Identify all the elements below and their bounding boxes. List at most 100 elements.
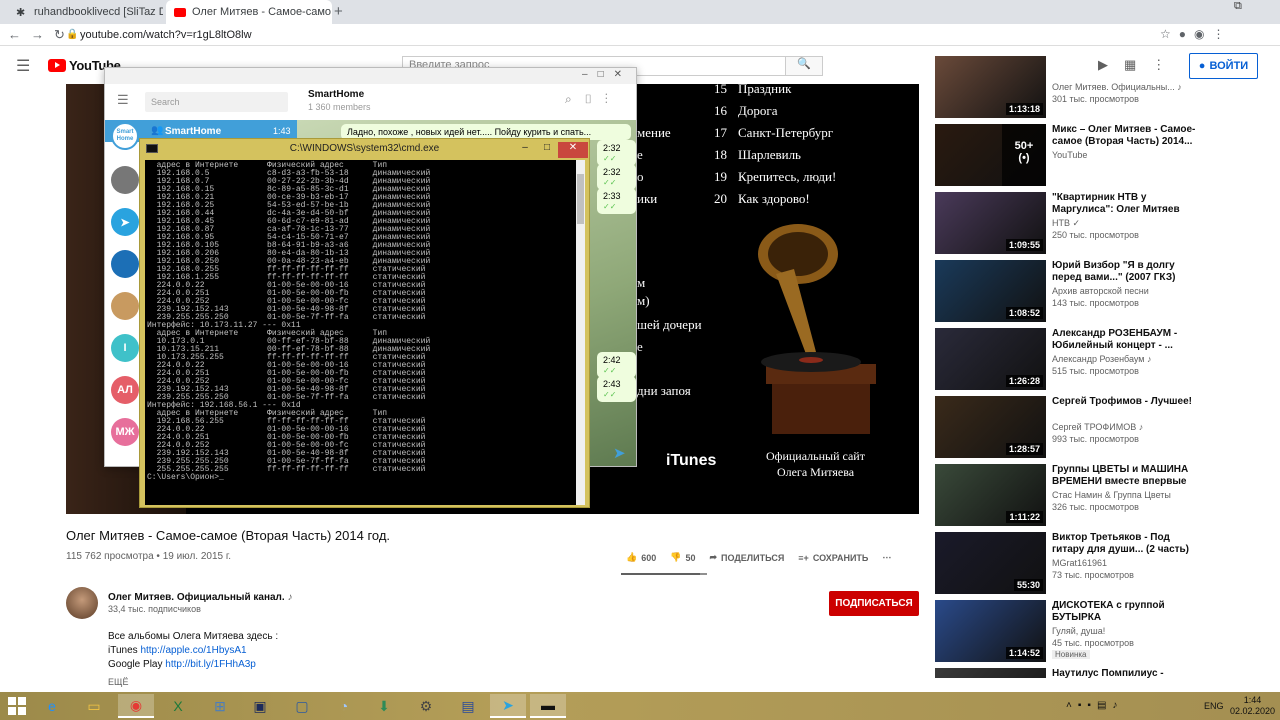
maximize-icon[interactable]: □ (536, 142, 558, 158)
minimize-icon[interactable]: – (582, 69, 598, 80)
network-taskbar-icon[interactable]: ⊞ (202, 694, 238, 718)
more-icon[interactable]: ⋮ (605, 92, 620, 106)
close-icon[interactable]: ✕ (614, 69, 632, 80)
google-play-link[interactable]: http://bit.ly/1FHhA3p (165, 659, 256, 670)
close-tab-icon[interactable]: ✕ (331, 6, 332, 19)
lock-icon[interactable]: 🔒 (66, 29, 78, 40)
windows-start-icon[interactable] (8, 697, 26, 715)
url-field[interactable]: youtube.com/watch?v=r1gL8ltO8lw (80, 29, 252, 41)
message-bubble[interactable]: 2:43 ✓✓ (597, 376, 636, 402)
chat-avatar[interactable] (111, 292, 139, 320)
recommendation-title[interactable]: Юрий Визбор "Я в долгу перед вами..." (2… (1052, 260, 1202, 284)
forward-icon[interactable]: → (31, 27, 54, 42)
recommendation-title[interactable]: Наутилус Помпилиус - (1052, 668, 1202, 678)
monitor-taskbar-icon[interactable]: ▢ (284, 694, 320, 718)
hamburger-menu-icon[interactable]: ☰ (16, 56, 30, 76)
chat-avatar[interactable]: ➤ (111, 208, 139, 236)
browser-tab-youtube[interactable]: Олег Митяев - Самое-само ✕ (166, 0, 332, 24)
recommendation-title[interactable]: ДИСКОТЕКА с группой БУТЫРКА (1052, 600, 1202, 624)
close-icon[interactable]: ✕ (558, 142, 588, 158)
recommendation-item[interactable]: 1:09:55 "Квартирник НТВ у Маргулиса": Оле… (935, 192, 1205, 256)
recommendation-thumbnail[interactable] (935, 668, 1046, 678)
recommendation-item[interactable]: 1:26:28 Александр РОЗЕНБАУМ - Юбилейный к… (935, 328, 1205, 392)
tool-taskbar-icon[interactable]: ⚙ (408, 694, 444, 718)
sidebar-toggle-icon[interactable]: ▯ (584, 92, 605, 106)
language-indicator[interactable]: ENG (1204, 701, 1224, 711)
message-bubble[interactable]: 2:42 ✓✓ (597, 352, 636, 378)
excel-taskbar-icon[interactable]: X (160, 694, 196, 718)
cmd-scrollbar[interactable] (576, 160, 585, 505)
tray-app-icon[interactable]: ▪ (1087, 700, 1097, 711)
recommendation-item[interactable]: 1:13:18 Олег Митяев. Официальны... ♪ 301 т… (935, 56, 1205, 120)
save-taskbar-icon[interactable]: ▣ (242, 694, 278, 718)
message-bubble[interactable]: 2:33 ✓✓ (597, 188, 636, 214)
profile-window-icon[interactable]: ⧉ (1234, 0, 1242, 13)
recommendation-item[interactable]: 50+ (•) Микс – Олег Митяев - Самое-самое (… (935, 124, 1205, 188)
recommendation-item[interactable]: 55:30 Виктор Третьяков - Под гитару для д… (935, 532, 1205, 596)
dislike-button[interactable]: 👎 50 (670, 552, 695, 563)
chrome-taskbar-icon[interactable]: ◉ (118, 694, 154, 718)
chat-avatar[interactable]: МЖ (111, 418, 139, 446)
menu-dots-icon[interactable]: ⋮ (1213, 27, 1233, 41)
recommendation-item[interactable]: 1:28:57 Сергей Трофимов - Лучшее! Сергей Т… (935, 396, 1205, 460)
taskbar-clock[interactable]: 1:44 02.02.2020 (1230, 695, 1275, 717)
recommendation-item[interactable]: 1:14:52 ДИСКОТЕКА с группой БУТЫРКА Гуляй,… (935, 600, 1205, 664)
app-taskbar-icon[interactable]: ▤ (450, 694, 486, 718)
like-button[interactable]: 👍 600 (626, 552, 656, 563)
system-tray-icons[interactable]: ˄▪▪▤♪ (1066, 700, 1123, 711)
telegram-menu-icon[interactable]: ☰ (117, 92, 129, 108)
nav-buttons[interactable]: ←→↻ (8, 27, 75, 43)
back-icon[interactable]: ← (8, 27, 31, 42)
chat-avatar[interactable]: АЛ (111, 376, 139, 404)
more-actions-icon[interactable]: ⋯ (882, 552, 891, 563)
chat-avatar[interactable] (111, 166, 139, 194)
save-button[interactable]: ≡+ СОХРАНИТЬ (798, 552, 868, 563)
recommendation-title[interactable]: Микс – Олег Митяев - Самое-самое (Вторая… (1052, 124, 1202, 148)
recommendation-item[interactable]: 1:11:22 Группы ЦВЕТЫ и МАШИНА ВРЕМЕНИ вме… (935, 464, 1205, 528)
search-button[interactable]: 🔍 (785, 56, 823, 76)
explorer-taskbar-icon[interactable]: ▭ (76, 694, 112, 718)
new-tab-button[interactable]: + (334, 3, 343, 20)
telegram-taskbar-icon[interactable]: ➤ (490, 694, 526, 718)
telegram-header-icons[interactable]: ⌕▯⋮ (565, 92, 620, 107)
channel-name[interactable]: Олег Митяев. Официальный канал. ♪ (108, 592, 292, 603)
send-icon[interactable]: ➤ (613, 444, 626, 462)
star-icon[interactable]: ☆ (1160, 27, 1179, 41)
account-icon[interactable]: ◉ (1194, 27, 1212, 41)
share-button[interactable]: ➦ ПОДЕЛИТЬСЯ (709, 552, 784, 563)
cmd-console[interactable]: адрес в Интернете Физический адрес Тип 1… (145, 160, 576, 505)
network-icon[interactable]: ▤ (1097, 700, 1112, 711)
ie-taskbar-icon[interactable]: e (34, 694, 70, 718)
recommendation-title[interactable]: "Квартирник НТВ у Маргулиса": Олег Митяе… (1052, 192, 1202, 216)
message-bubble[interactable]: 2:32 ✓✓ (597, 164, 636, 190)
itunes-link[interactable]: http://apple.co/1HbysA1 (140, 645, 246, 656)
scrollbar-thumb[interactable] (577, 174, 584, 224)
speedometer-taskbar-icon[interactable]: ◔ (326, 694, 362, 718)
cmd-taskbar-icon[interactable]: ▬ (530, 694, 566, 718)
recommendation-thumbnail[interactable]: 1:08:52 (935, 260, 1046, 322)
show-more-button[interactable]: ЕЩЁ (108, 677, 128, 687)
recommendation-thumbnail[interactable]: 50+ (•) (935, 124, 1046, 186)
recommendation-thumbnail[interactable]: 1:14:52 (935, 600, 1046, 662)
volume-icon[interactable]: ♪ (1112, 700, 1123, 711)
chat-avatar[interactable]: Smart Home (111, 122, 139, 150)
recommendation-title[interactable]: Сергей Трофимов - Лучшее! (1052, 396, 1202, 408)
browser-tab-slitaz[interactable]: ✱ ruhandbooklivecd [SliTaz Doc] ✕ (8, 0, 163, 24)
recommendation-thumbnail[interactable]: 1:09:55 (935, 192, 1046, 254)
recommendation-item[interactable]: 1:08:52 Юрий Визбор "Я в долгу перед вами… (935, 260, 1205, 324)
minimize-icon[interactable]: – (514, 142, 536, 158)
recommendation-thumbnail[interactable]: 1:13:18 (935, 56, 1046, 118)
recommendation-item[interactable]: Наутилус Помпилиус - (935, 668, 1205, 678)
message-bubble[interactable]: 2:32 ✓✓ (597, 140, 636, 166)
recommendation-thumbnail[interactable]: 1:26:28 (935, 328, 1046, 390)
recommendation-title[interactable]: Виктор Третьяков - Под гитару для души..… (1052, 532, 1202, 556)
search-icon[interactable]: ⌕ (565, 92, 584, 106)
chat-avatar[interactable] (111, 250, 139, 278)
maximize-icon[interactable]: □ (598, 69, 614, 80)
extension-icons[interactable]: ☆●◉⋮ (1160, 27, 1233, 41)
telegram-window-controls[interactable]: –□✕ (582, 69, 632, 80)
chevron-up-icon[interactable]: ˄ (1066, 700, 1078, 711)
chat-avatar[interactable]: I (111, 334, 139, 362)
torrent-taskbar-icon[interactable]: ⬇ (366, 694, 402, 718)
extension-icon[interactable]: ● (1179, 27, 1194, 41)
